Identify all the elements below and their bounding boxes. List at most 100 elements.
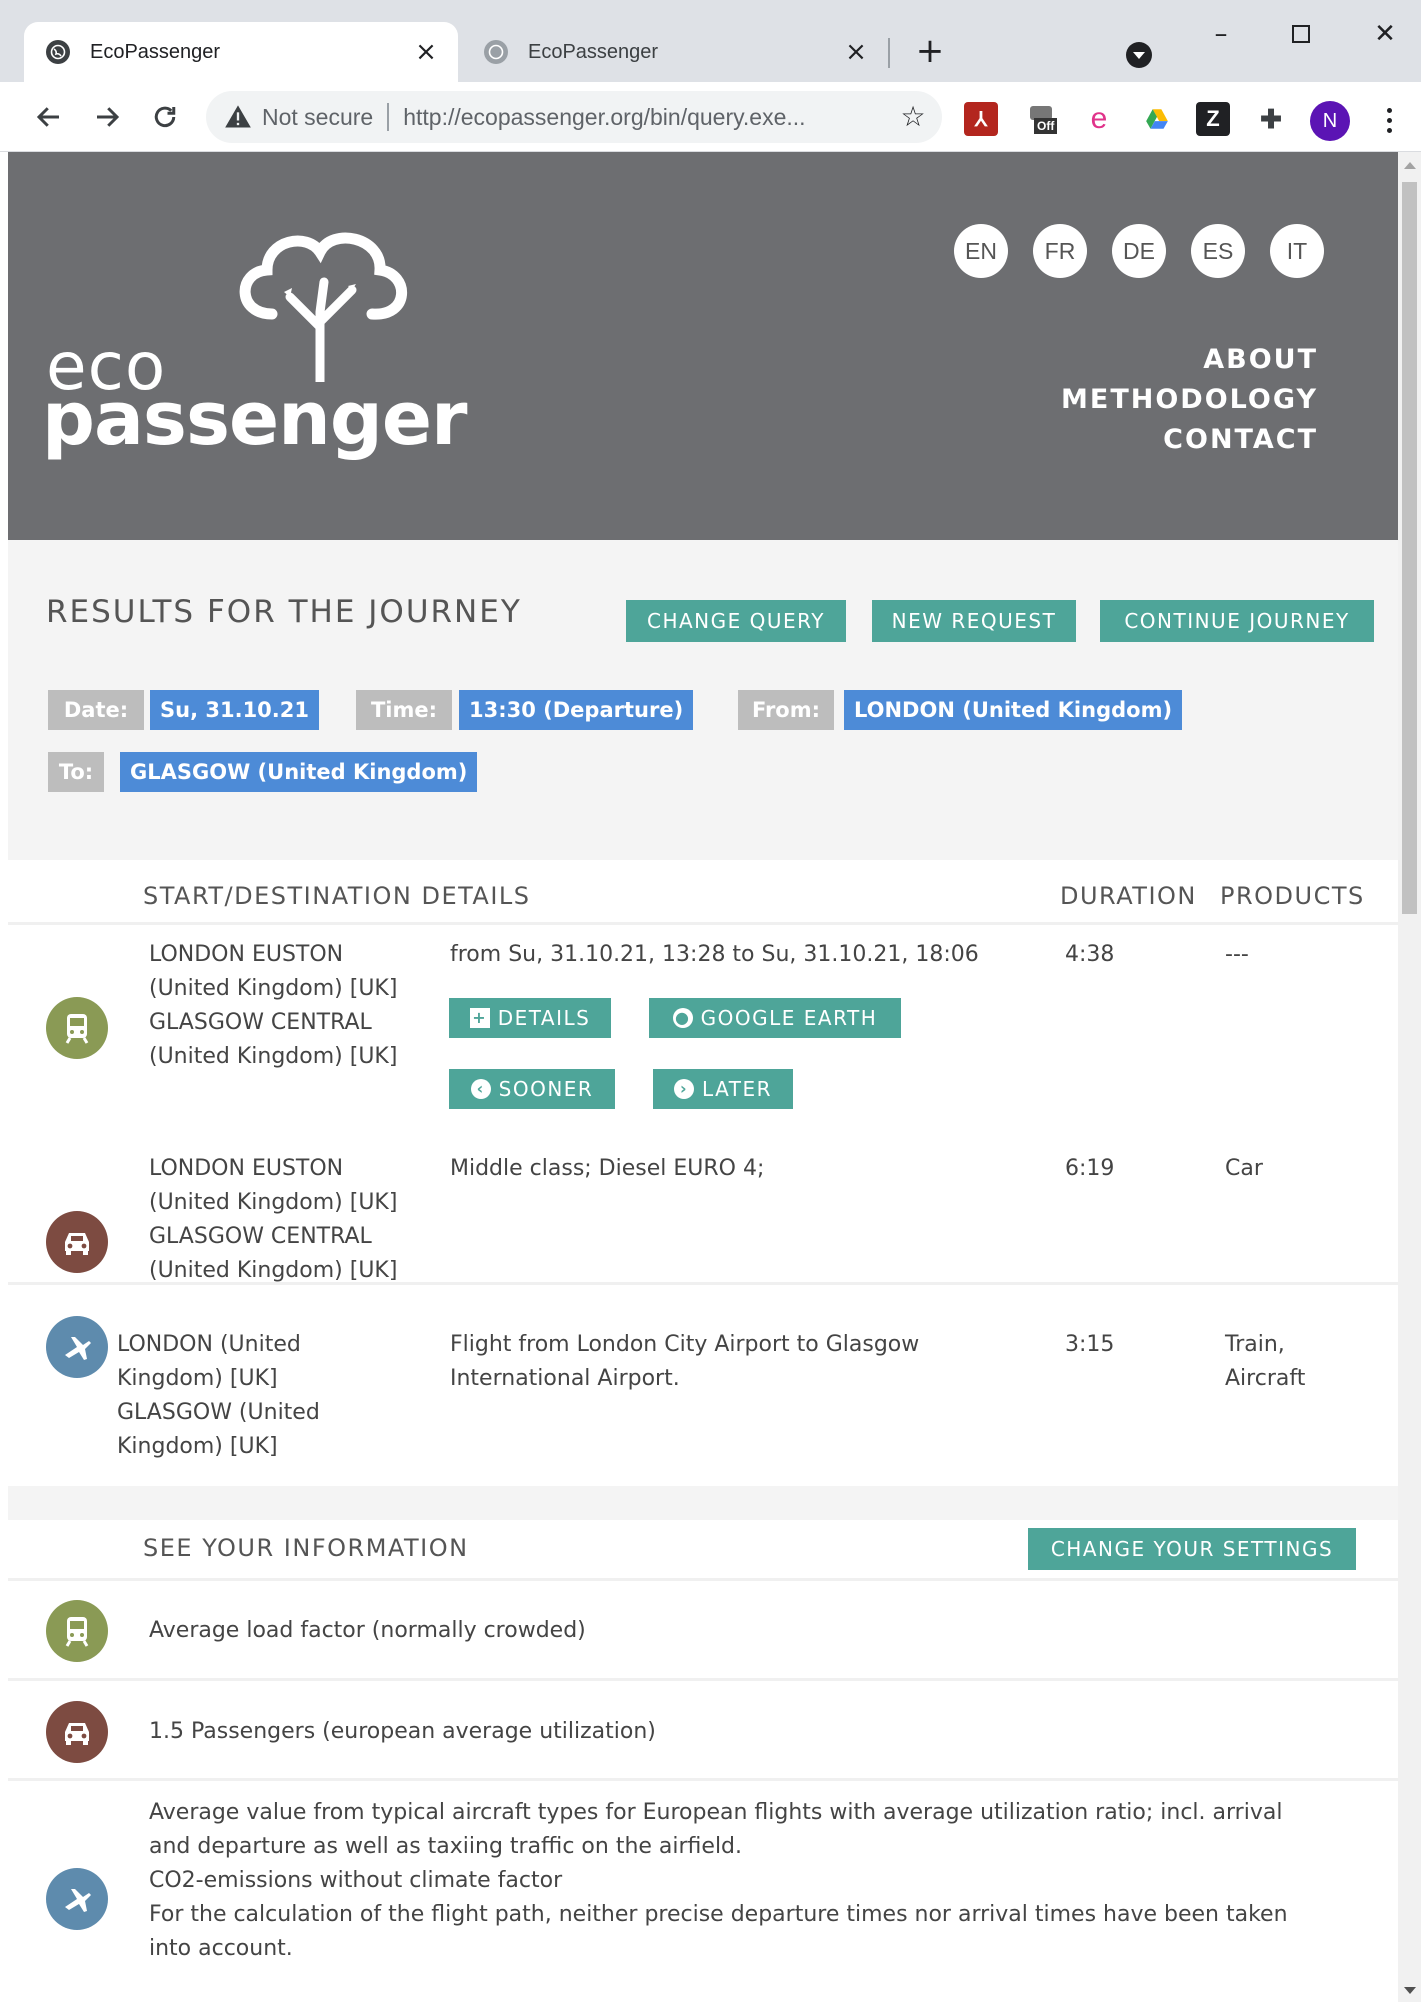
change-settings-button[interactable]: CHANGE YOUR SETTINGS [1028, 1528, 1356, 1570]
details-button-label: DETAILS [497, 1006, 591, 1030]
tab-separator [888, 38, 890, 68]
page-content: eco passenger EN FR DE ES IT ABOUT METHO… [8, 152, 1398, 2002]
plane-info-line: and departure as well as taxiing traffic… [149, 1834, 743, 1859]
train-icon [46, 997, 108, 1059]
information-title: SEE YOUR INFORMATION [143, 1534, 469, 1562]
car-duration: 6:19 [1065, 1156, 1115, 1181]
security-status-label[interactable]: Not secure [262, 104, 373, 131]
new-request-button[interactable]: NEW REQUEST [872, 600, 1076, 642]
drive-icon[interactable] [1140, 102, 1174, 136]
close-tab-icon[interactable]: × [412, 38, 440, 66]
car-icon [46, 1701, 108, 1763]
to-label: To: [48, 752, 104, 792]
language-it-button[interactable]: IT [1270, 224, 1324, 278]
reload-icon[interactable] [144, 96, 186, 138]
later-button-label: LATER [702, 1077, 772, 1101]
page-scrollbar[interactable] [1398, 152, 1421, 2002]
train-info-text: Average load factor (normally crowded) [149, 1618, 586, 1643]
station-destination-country: (United Kingdom) [UK] [149, 1258, 398, 1283]
tab-title: EcoPassenger [90, 40, 221, 63]
plus-square-icon: + [469, 1008, 490, 1028]
station-list: LONDON EUSTON (United Kingdom) [UK] GLAS… [149, 1152, 439, 1288]
tab-search-dropdown-icon[interactable] [1126, 42, 1152, 68]
car-products: Car [1225, 1156, 1263, 1181]
site-logo[interactable]: eco passenger [42, 222, 482, 482]
plane-info-line: For the calculation of the flight path, … [149, 1902, 1288, 1927]
scroll-thumb[interactable] [1402, 182, 1417, 914]
date-label: Date: [48, 690, 144, 730]
close-window-icon[interactable]: ✕ [1360, 16, 1410, 52]
station-origin-country: (United Kingdom) [UK] [149, 1190, 398, 1215]
zotero-label: Z [1206, 106, 1220, 131]
arrow-right-circle-icon: › [674, 1079, 694, 1099]
language-de-button[interactable]: DE [1112, 224, 1166, 278]
close-tab-icon[interactable]: × [842, 38, 870, 66]
pdf-icon[interactable]: ⅄ [964, 102, 998, 136]
language-en-button[interactable]: EN [954, 224, 1008, 278]
warning-triangle-icon[interactable] [224, 103, 252, 131]
tab-ecopassenger-active[interactable]: EcoPassenger × [24, 22, 458, 82]
edge-icon[interactable]: e [1082, 102, 1116, 136]
details-button[interactable]: + DETAILS [449, 998, 611, 1038]
language-es-button[interactable]: ES [1191, 224, 1245, 278]
tab-ecopassenger-inactive[interactable]: EcoPassenger × [462, 22, 888, 82]
tree-icon [239, 232, 408, 382]
column-header-details: START/DESTINATION DETAILS [143, 882, 531, 910]
zotero-icon[interactable]: Z [1196, 102, 1230, 136]
nav-link-about[interactable]: ABOUT [1061, 340, 1318, 380]
continue-journey-button[interactable]: CONTINUE JOURNEY [1100, 600, 1374, 642]
car-info-text: 1.5 Passengers (european average utiliza… [149, 1719, 656, 1744]
plane-icon [46, 1868, 108, 1930]
nav-link-methodology[interactable]: METHODOLOGY [1061, 380, 1318, 420]
plane-info-line: CO2-emissions without climate factor [149, 1868, 563, 1893]
train-duration: 4:38 [1065, 942, 1115, 967]
language-fr-button[interactable]: FR [1033, 224, 1087, 278]
row-divider [8, 1778, 1398, 1781]
new-tab-button[interactable]: + [912, 34, 948, 70]
station-origin: LONDON (United [117, 1332, 301, 1357]
change-query-button[interactable]: CHANGE QUERY [626, 600, 846, 642]
browser-menu-icon[interactable] [1374, 100, 1404, 140]
bookmark-star-icon[interactable]: ☆ [898, 102, 928, 132]
scroll-up-arrow-icon[interactable] [1404, 162, 1416, 169]
plane-info-text: Average value from typical aircraft type… [149, 1796, 1379, 1966]
flight-details-line: Flight from London City Airport to Glasg… [450, 1332, 920, 1357]
nav-link-contact[interactable]: CONTACT [1061, 420, 1318, 460]
forward-arrow-icon[interactable] [86, 96, 128, 138]
scroll-down-arrow-icon[interactable] [1404, 1987, 1416, 1994]
logo-text-passenger: passenger [42, 376, 468, 462]
later-button[interactable]: › LATER [653, 1069, 793, 1109]
station-list: LONDON EUSTON (United Kingdom) [UK] GLAS… [149, 938, 439, 1074]
station-destination-country: (United Kingdom) [UK] [149, 1044, 398, 1069]
url-text[interactable]: http://ecopassenger.org/bin/query.exe... [403, 104, 898, 131]
flight-details-line: International Airport. [450, 1366, 680, 1391]
puzzle-icon[interactable]: ✚ [1254, 102, 1288, 136]
plane-icon [46, 1316, 108, 1378]
column-header-products: PRODUCTS [1220, 882, 1365, 910]
station-destination: GLASGOW CENTRAL [149, 1010, 372, 1035]
flight-details: Flight from London City Airport to Glasg… [450, 1328, 1050, 1396]
time-value: 13:30 (Departure) [459, 690, 694, 730]
station-destination: GLASGOW CENTRAL [149, 1224, 372, 1249]
flight-product-line: Aircraft [1225, 1366, 1306, 1391]
avatar[interactable]: N [1310, 101, 1350, 141]
google-earth-button[interactable]: ● GOOGLE EARTH [649, 998, 901, 1038]
back-arrow-icon[interactable] [28, 96, 70, 138]
sooner-button-label: SOONER [498, 1077, 594, 1101]
time-label: Time: [356, 690, 452, 730]
maximize-window-icon[interactable] [1276, 16, 1326, 52]
address-bar[interactable]: Not secure http://ecopassenger.org/bin/q… [206, 91, 942, 143]
train-icon [46, 1600, 108, 1662]
plane-info-line: Average value from typical aircraft type… [149, 1800, 1283, 1825]
tab-title: EcoPassenger [528, 40, 659, 63]
main-nav: ABOUT METHODOLOGY CONTACT [1061, 340, 1318, 460]
row-divider [8, 922, 1398, 925]
minimize-window-icon[interactable]: – [1196, 16, 1246, 52]
plane-info-line: into account. [149, 1936, 293, 1961]
off-toggle-icon[interactable]: Off [1028, 102, 1062, 136]
station-origin-country: (United Kingdom) [UK] [149, 976, 398, 1001]
sooner-button[interactable]: ‹ SOONER [449, 1069, 615, 1109]
globe-icon [484, 40, 508, 64]
browser-tabstrip: EcoPassenger × EcoPassenger × + – ✕ [0, 0, 1421, 82]
train-products: --- [1225, 942, 1249, 967]
